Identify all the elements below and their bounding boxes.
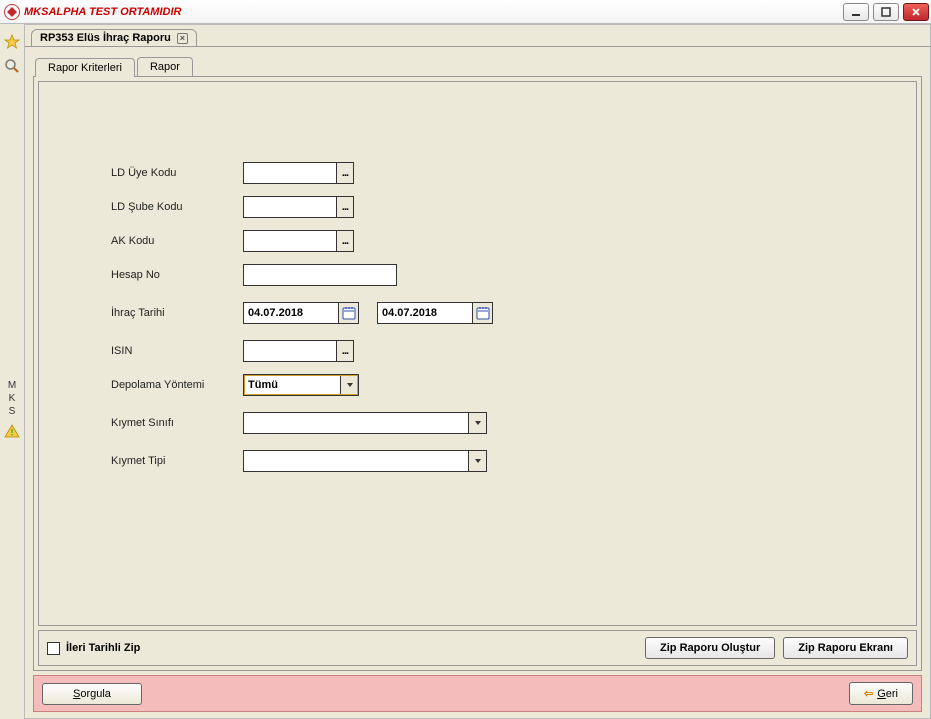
ld-sube-kodu-lookup-button[interactable]: ...	[336, 196, 354, 218]
ld-uye-kodu-input[interactable]	[243, 162, 337, 184]
ihrac-tarihi-to-input[interactable]	[377, 302, 473, 324]
kiymet-sinifi-combo[interactable]	[243, 412, 487, 434]
chevron-down-icon	[468, 413, 486, 433]
inner-tabs: Rapor Kriterleri Rapor	[35, 57, 922, 76]
ihrac-tarihi-to-picker-button[interactable]	[473, 302, 493, 324]
sorgula-button[interactable]: Sorgula	[42, 683, 142, 705]
side-rail: M K S	[0, 24, 25, 719]
doc-tab-label: RP353 Elüs İhraç Raporu	[40, 32, 171, 44]
rail-letters: M K S	[8, 378, 16, 419]
ak-kodu-lookup-button[interactable]: ...	[336, 230, 354, 252]
arrow-left-icon: ⇦	[864, 687, 873, 700]
label-isin: ISIN	[111, 345, 243, 357]
action-bar: Sorgula ⇦ Geri	[33, 675, 922, 712]
ld-uye-kodu-lookup-button[interactable]: ...	[336, 162, 354, 184]
criteria-form: LD Üye Kodu ... LD Şube Kodu ... AK Kodu…	[38, 81, 917, 626]
ileri-tarihli-zip-label: İleri Tarihli Zip	[66, 642, 140, 654]
label-ihrac-tarihi: İhraç Tarihi	[111, 307, 243, 319]
chevron-down-icon	[468, 451, 486, 471]
depolama-value: Tümü	[244, 379, 340, 391]
isin-input[interactable]	[243, 340, 337, 362]
ihrac-tarihi-from-input[interactable]	[243, 302, 339, 324]
rail-letter-s: S	[8, 406, 16, 417]
main-area: RP353 Elüs İhraç Raporu × Rapor Kriterle…	[25, 24, 931, 719]
title-bar: MKSALPHA TEST ORTAMIDIR	[0, 0, 931, 24]
maximize-button[interactable]	[873, 3, 899, 21]
sorgula-label: Sorgula	[73, 688, 111, 700]
label-depolama: Depolama Yöntemi	[111, 379, 243, 391]
label-ak-kodu: AK Kodu	[111, 235, 243, 247]
geri-button[interactable]: ⇦ Geri	[849, 682, 913, 705]
ileri-tarihli-zip-checkbox[interactable]	[47, 642, 60, 655]
zip-olustur-label: Zip Raporu Oluştur	[660, 642, 760, 654]
depolama-combo[interactable]: Tümü	[243, 374, 359, 396]
ak-kodu-input[interactable]	[243, 230, 337, 252]
close-button[interactable]	[903, 3, 929, 21]
label-hesap-no: Hesap No	[111, 269, 243, 281]
label-ld-uye-kodu: LD Üye Kodu	[111, 167, 243, 179]
zip-ekrani-label: Zip Raporu Ekranı	[798, 642, 893, 654]
label-kiymet-tipi: Kıymet Tipi	[111, 455, 243, 467]
star-icon[interactable]	[4, 34, 20, 50]
warning-icon[interactable]	[4, 423, 20, 439]
zip-raporu-ekrani-button[interactable]: Zip Raporu Ekranı	[783, 637, 908, 659]
zip-raporu-olustur-button[interactable]: Zip Raporu Oluştur	[645, 637, 775, 659]
window-buttons	[843, 3, 929, 21]
ld-sube-kodu-input[interactable]	[243, 196, 337, 218]
label-ld-sube-kodu: LD Şube Kodu	[111, 201, 243, 213]
chevron-down-icon	[340, 375, 358, 395]
document-tabs: RP353 Elüs İhraç Raporu ×	[25, 25, 930, 47]
minimize-button[interactable]	[843, 3, 869, 21]
rail-letter-m: M	[8, 380, 16, 391]
rail-letter-k: K	[8, 393, 16, 404]
search-icon[interactable]	[4, 58, 20, 74]
tab-rapor[interactable]: Rapor	[137, 57, 193, 76]
criteria-panel: LD Üye Kodu ... LD Şube Kodu ... AK Kodu…	[33, 76, 922, 671]
tab-rapor-kriterleri[interactable]: Rapor Kriterleri	[35, 58, 135, 77]
hesap-no-input[interactable]	[243, 264, 397, 286]
tab-close-icon[interactable]: ×	[177, 33, 188, 44]
geri-label: Geri	[877, 688, 898, 700]
doc-tab-rp353[interactable]: RP353 Elüs İhraç Raporu ×	[31, 29, 197, 46]
app-icon	[4, 4, 20, 20]
label-kiymet-sinifi: Kıymet Sınıfı	[111, 417, 243, 429]
kiymet-tipi-combo[interactable]	[243, 450, 487, 472]
window-title: MKSALPHA TEST ORTAMIDIR	[24, 6, 843, 18]
zip-bar: İleri Tarihli Zip Zip Raporu Oluştur Zip…	[38, 630, 917, 666]
ihrac-tarihi-from-picker-button[interactable]	[339, 302, 359, 324]
isin-lookup-button[interactable]: ...	[336, 340, 354, 362]
